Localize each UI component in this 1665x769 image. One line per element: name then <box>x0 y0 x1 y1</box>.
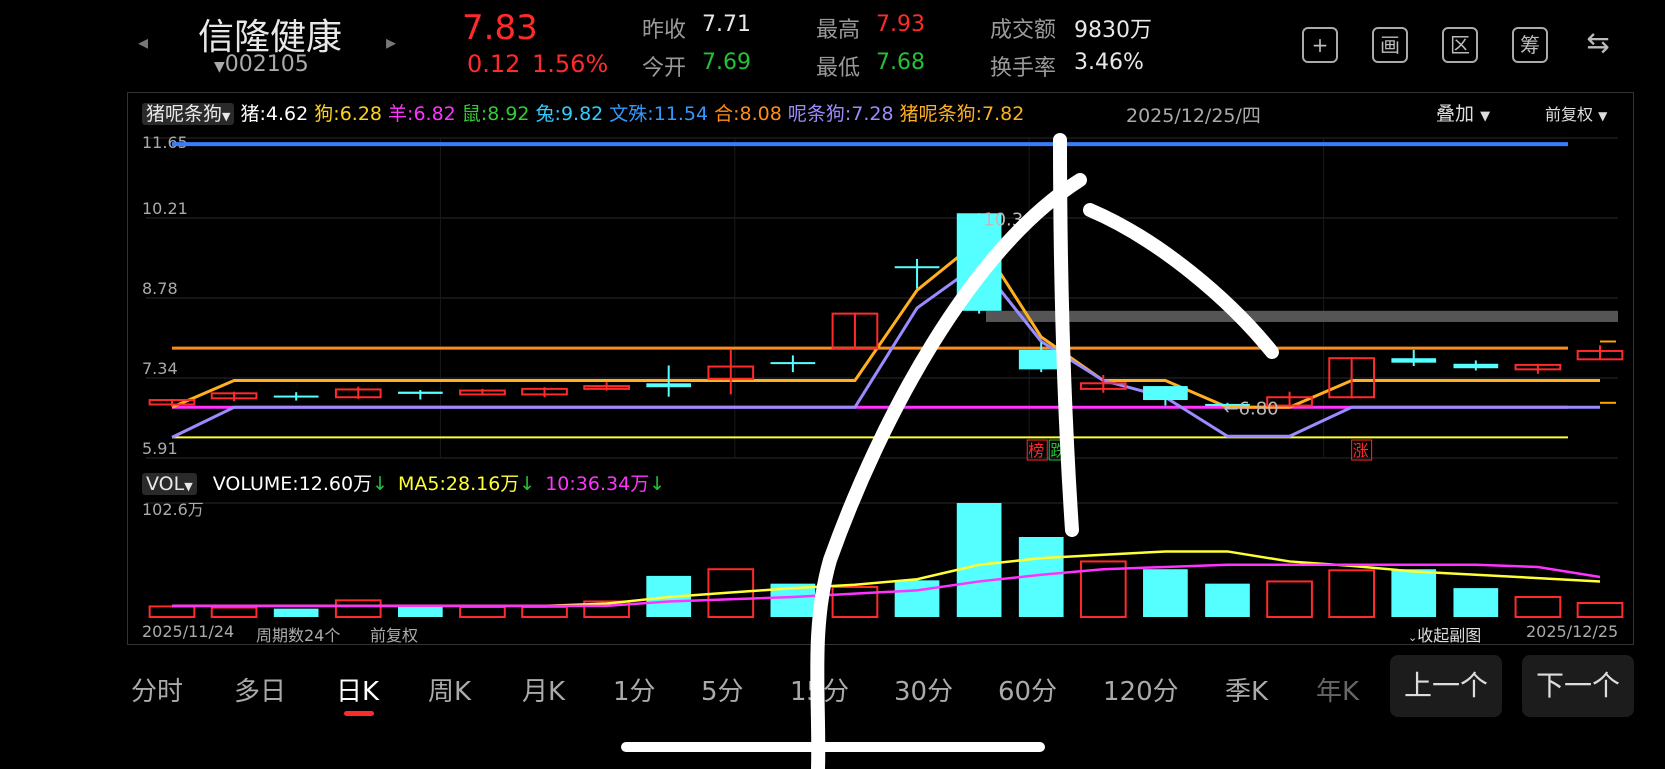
candle-body <box>1453 363 1499 369</box>
candle-body <box>1143 386 1188 401</box>
y-tick-label: 10.21 <box>142 199 188 218</box>
volume-bar <box>1453 588 1499 617</box>
chart-canvas: 11.6510.218.787.345.9110.30←6.80榜跌涨102.6… <box>142 133 1624 619</box>
tab-0[interactable]: 分时 <box>131 671 183 708</box>
tab-11[interactable]: 季K <box>1225 671 1268 708</box>
yellow-step-line <box>171 237 1600 409</box>
min-price-annotation: ←6.80 <box>1223 398 1278 419</box>
volume-bar <box>334 599 382 618</box>
tab-4[interactable]: 月K <box>522 671 565 708</box>
y-tick-label: 7.34 <box>142 359 178 378</box>
tab-8[interactable]: 30分 <box>894 671 953 708</box>
candle-body <box>397 391 443 394</box>
signal-badge: 跌 <box>1050 441 1066 460</box>
candle-body <box>894 266 940 269</box>
volume-bar <box>956 503 1002 617</box>
collapse-chevron-icon: ⌄ <box>1408 631 1418 644</box>
y-tick-label: 8.78 <box>142 279 178 298</box>
volume-bar <box>1266 580 1313 619</box>
end-date: 2025/12/25 <box>1526 622 1619 641</box>
volume-bar <box>1576 602 1624 618</box>
collapse-subchart-button[interactable]: ⌄收起副图 <box>1408 622 1481 646</box>
volume-bar <box>459 606 506 618</box>
volume-max-label: 102.6万 <box>142 500 204 519</box>
tab-6[interactable]: 5分 <box>701 671 744 708</box>
candle-body <box>273 395 319 398</box>
tab-10[interactable]: 120分 <box>1103 671 1179 708</box>
candle-body <box>1391 358 1437 363</box>
start-date: 2025/11/24 <box>142 622 235 641</box>
volume-bar <box>831 586 879 618</box>
volume-bar <box>1328 569 1376 618</box>
active-tab-indicator <box>344 711 374 716</box>
volume-bar <box>1205 583 1250 617</box>
volume-bar <box>1391 569 1437 617</box>
tab-1[interactable]: 多日 <box>234 671 286 708</box>
tab-2[interactable]: 日K <box>336 671 379 708</box>
signal-badge: 涨 <box>1353 441 1369 460</box>
volume-bar <box>894 580 940 617</box>
ma10-line <box>172 563 1601 608</box>
footer-adjust: 前复权 <box>370 626 419 645</box>
tab-5[interactable]: 1分 <box>613 671 656 708</box>
y-tick-label: 5.91 <box>142 439 178 458</box>
tab-9[interactable]: 60分 <box>998 671 1057 708</box>
tab-12[interactable]: 年K <box>1316 671 1359 708</box>
volume-bar <box>1514 596 1562 618</box>
volume-bar <box>521 606 568 618</box>
volume-bar <box>148 605 196 619</box>
volume-bar <box>210 606 258 618</box>
max-price-annotation: 10.30 <box>983 209 1035 230</box>
ma5-line <box>172 550 1601 608</box>
resistance-band <box>986 310 1618 322</box>
tab-3[interactable]: 周K <box>428 671 471 708</box>
candle-body <box>646 383 692 388</box>
tab-7[interactable]: 15分 <box>790 671 849 708</box>
candle-body <box>770 362 816 365</box>
candle-body <box>1018 349 1064 370</box>
period-count: 周期数24个 <box>256 626 341 645</box>
prev-button[interactable]: 上一个 <box>1390 655 1502 717</box>
purple-step-line <box>171 261 1600 439</box>
signal-badge: 榜 <box>1028 441 1044 460</box>
volume-bar <box>1143 569 1188 617</box>
next-button[interactable]: 下一个 <box>1522 655 1634 717</box>
volume-bar <box>273 608 319 617</box>
